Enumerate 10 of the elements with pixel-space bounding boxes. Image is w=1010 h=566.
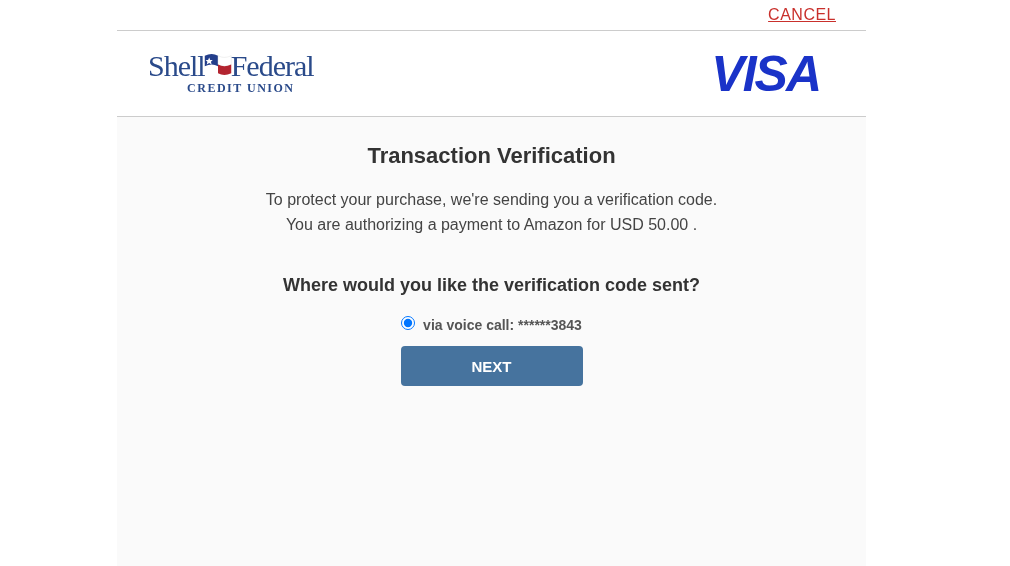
- page-title: Transaction Verification: [367, 143, 616, 169]
- next-button[interactable]: NEXT: [400, 346, 583, 386]
- option-label: via voice call: ******3843: [423, 317, 582, 333]
- bank-logo: Shell Federal CREDIT UNION: [148, 51, 314, 96]
- question-text: Where would you like the verification code sent?: [282, 275, 701, 296]
- cancel-link[interactable]: CANCEL: [768, 6, 836, 24]
- message-text: To protect your purchase, we're sending you a verification code.: [265, 190, 718, 210]
- visa-logo: VISA: [711, 44, 820, 103]
- message-text: You are authorizing a payment to Amazon for USD 50.00 .: [285, 215, 698, 235]
- radio-button[interactable]: [401, 316, 416, 330]
